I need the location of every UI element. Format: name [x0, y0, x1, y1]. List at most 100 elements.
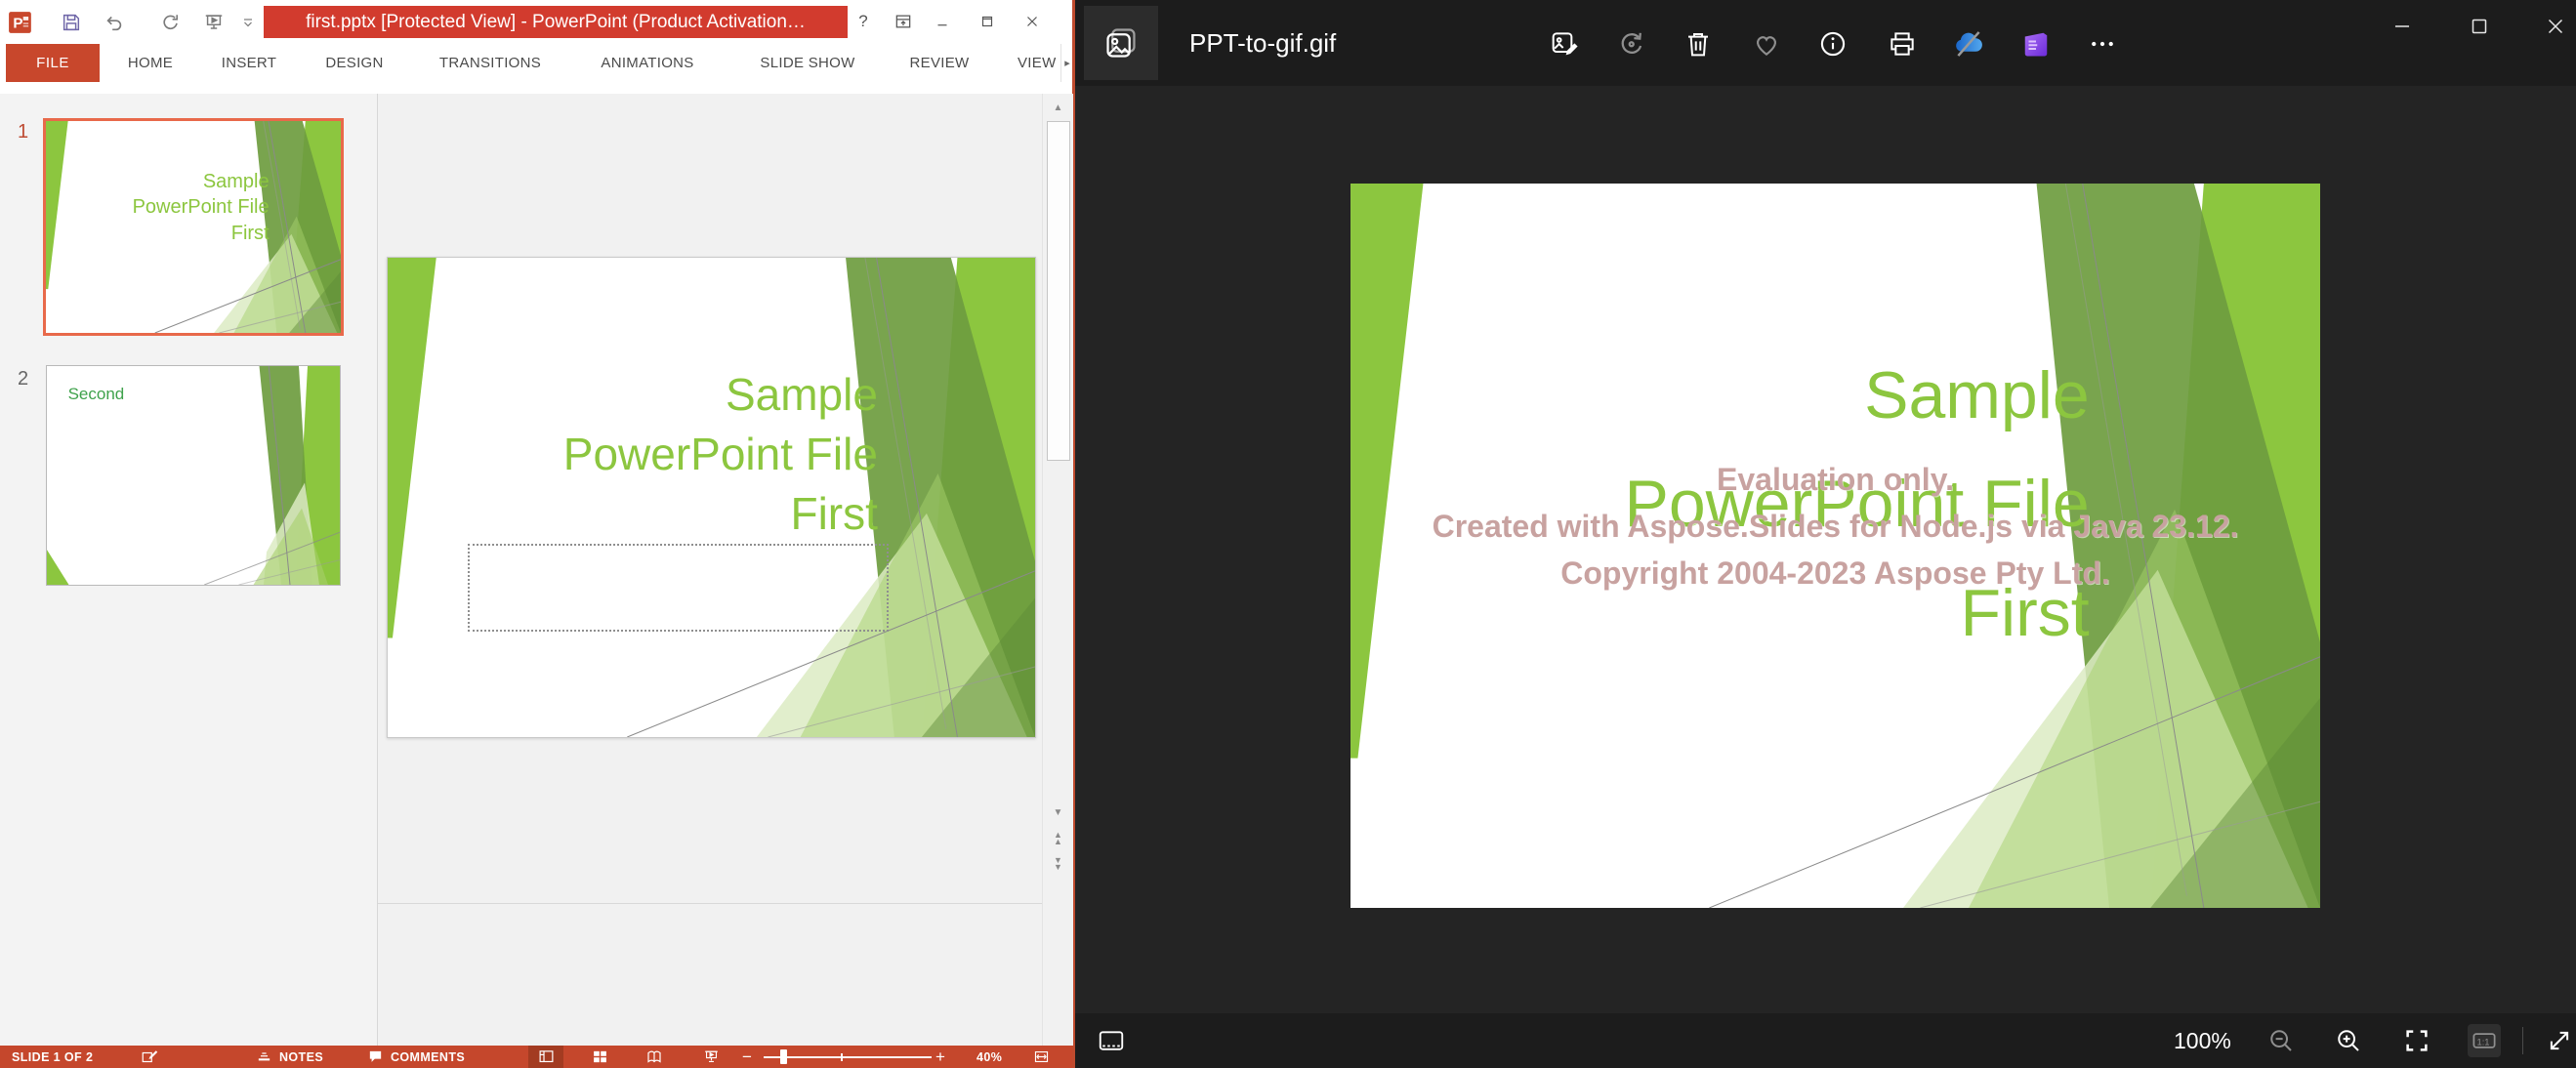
screenshot-root: P first.pptx [Protected View] - PowerPoi…: [0, 0, 2576, 1068]
view-slide-sorter-button[interactable]: [584, 1046, 615, 1068]
tab-home[interactable]: HOME: [128, 44, 173, 82]
start-slideshow-icon[interactable]: [199, 9, 229, 36]
favorite-icon[interactable]: [1750, 27, 1783, 61]
actual-size-icon[interactable]: 1:1: [2468, 1024, 2501, 1057]
scrollbar-thumb[interactable]: [1047, 121, 1070, 461]
photos-filename: PPT-to-gif.gif: [1189, 0, 1336, 86]
tab-insert[interactable]: INSERT: [222, 44, 277, 82]
redo-icon[interactable]: [156, 9, 186, 36]
ppt-content-area: 1 Sample: [0, 94, 1072, 1046]
ribbon-display-options-icon[interactable]: [889, 8, 918, 35]
tab-review[interactable]: REVIEW: [910, 44, 970, 82]
see-more-icon[interactable]: [2086, 27, 2119, 61]
view-normal-button[interactable]: [528, 1046, 563, 1068]
title-line: Sample: [563, 365, 878, 425]
subtitle-placeholder[interactable]: [468, 544, 888, 632]
zoom-slider-track[interactable]: [764, 1056, 932, 1058]
fit-to-window-icon[interactable]: [2400, 1024, 2433, 1057]
comments-icon[interactable]: [363, 1046, 387, 1068]
rotate-icon[interactable]: [1615, 27, 1648, 61]
notes-button[interactable]: NOTES: [279, 1046, 323, 1068]
tab-scroll-arrow[interactable]: ▸: [1060, 44, 1073, 82]
notes-pane-divider[interactable]: [378, 903, 1042, 904]
slide-number-1: 1: [18, 121, 28, 144]
delete-icon[interactable]: [1682, 27, 1715, 61]
notes-icon[interactable]: [252, 1046, 275, 1068]
scroll-up-icon[interactable]: ▲: [1043, 96, 1073, 119]
watermark-line: Evaluation only.: [1350, 456, 2320, 503]
maximize-button[interactable]: [2465, 12, 2494, 41]
slide-thumbnail-1[interactable]: Sample PowerPoint File First: [43, 118, 344, 336]
scroll-down-icon[interactable]: ▼: [1043, 801, 1073, 824]
photos-window: PPT-to-gif.gif: [1075, 0, 2576, 1068]
comments-button[interactable]: COMMENTS: [391, 1046, 465, 1068]
onedrive-unavailable-icon[interactable]: [1952, 27, 1985, 61]
view-reading-button[interactable]: [639, 1046, 670, 1068]
title-line: First: [563, 484, 878, 544]
next-slide-icon[interactable]: ▼▼: [1043, 853, 1073, 875]
aspose-watermark: Evaluation only. Created with Aspose.Sli…: [1350, 456, 2320, 596]
tab-slide-show[interactable]: SLIDE SHOW: [760, 44, 854, 82]
slide-thumbnail-panel: 1 Sample: [0, 94, 378, 1046]
ribbon-tab-row: FILE HOME INSERT DESIGN TRANSITIONS ANIM…: [0, 44, 1072, 82]
zoom-out-icon[interactable]: [2264, 1024, 2298, 1057]
tab-file[interactable]: FILE: [6, 44, 100, 82]
window-title: first.pptx [Protected View] - PowerPoint…: [264, 6, 848, 38]
maximize-button[interactable]: [973, 8, 1002, 35]
print-icon[interactable]: [1886, 27, 1919, 61]
ink-pen-icon[interactable]: [137, 1046, 162, 1068]
slide-title: Sample PowerPoint File First: [133, 169, 270, 247]
slide-canvas[interactable]: Sample PowerPoint File First: [387, 257, 1036, 738]
title-line: Sample: [133, 169, 270, 195]
info-icon[interactable]: [1816, 27, 1849, 61]
ppt-status-bar: SLIDE 1 OF 2 NOTES COMMENTS: [0, 1046, 1072, 1068]
slide-editor-area: Sample PowerPoint File First: [378, 94, 1042, 1046]
slide-thumbnail-2[interactable]: Second: [46, 365, 341, 586]
zoom-slider-thumb[interactable]: [780, 1049, 787, 1064]
save-icon[interactable]: [57, 9, 86, 36]
minimize-button[interactable]: [928, 8, 957, 35]
zoom-in-button[interactable]: +: [935, 1046, 945, 1068]
ppt-titlebar: P first.pptx [Protected View] - PowerPoi…: [0, 0, 1072, 44]
view-slideshow-button[interactable]: [695, 1046, 727, 1068]
photos-zoom-percentage: 100%: [2174, 1013, 2231, 1068]
vertical-scrollbar[interactable]: ▲ ▼ ▲▲ ▼▼: [1042, 94, 1073, 1046]
svg-text:1:1: 1:1: [2477, 1037, 2490, 1047]
title-line: Sample: [1624, 342, 2089, 451]
help-button[interactable]: ?: [849, 8, 878, 35]
tab-view-label: VIEW: [1018, 55, 1057, 71]
tab-design[interactable]: DESIGN: [325, 44, 383, 82]
close-button[interactable]: [2541, 12, 2570, 41]
photos-titlebar: PPT-to-gif.gif: [1075, 0, 2576, 86]
tab-animations[interactable]: ANIMATIONS: [601, 44, 693, 82]
powerpoint-logo-icon[interactable]: P: [6, 9, 35, 36]
minimize-button[interactable]: [2388, 12, 2417, 41]
customize-quick-access-icon[interactable]: [240, 9, 256, 36]
divider: [2522, 1027, 2523, 1054]
powerpoint-window: P first.pptx [Protected View] - PowerPoi…: [0, 0, 1075, 1068]
photo-viewer-area: Sample PowerPoint File First Evaluation …: [1075, 86, 2576, 1013]
fit-slide-to-window-icon[interactable]: [1027, 1046, 1055, 1068]
see-all-photos-button[interactable]: [1084, 6, 1158, 80]
collapsed-ribbon-strip: [0, 82, 1072, 94]
undo-icon[interactable]: [100, 9, 129, 36]
filmstrip-icon[interactable]: [1095, 1024, 1128, 1057]
slide2-title: Second: [68, 385, 125, 404]
full-screen-icon[interactable]: [2543, 1024, 2576, 1057]
svg-text:P: P: [13, 15, 22, 31]
displayed-image: Sample PowerPoint File First Evaluation …: [1350, 184, 2320, 908]
zoom-slider-tick: [841, 1053, 843, 1061]
photos-bottom-bar: 100% 1:1: [1075, 1013, 2576, 1068]
edit-image-icon[interactable]: [1548, 27, 1581, 61]
clipchamp-icon[interactable]: [2019, 27, 2053, 61]
zoom-in-icon[interactable]: [2332, 1024, 2365, 1057]
tab-view[interactable]: VIEW: [1018, 44, 1060, 82]
zoom-percentage[interactable]: 40%: [976, 1046, 1002, 1068]
slide-title-textbox[interactable]: Sample PowerPoint File First: [563, 365, 878, 545]
slide-number-2: 2: [18, 368, 28, 390]
watermark-line: Created with Aspose.Slides for Node.js v…: [1350, 503, 2320, 550]
tab-transitions[interactable]: TRANSITIONS: [439, 44, 541, 82]
zoom-out-button[interactable]: −: [742, 1046, 752, 1068]
close-button[interactable]: [1018, 8, 1047, 35]
previous-slide-icon[interactable]: ▲▲: [1043, 828, 1073, 849]
